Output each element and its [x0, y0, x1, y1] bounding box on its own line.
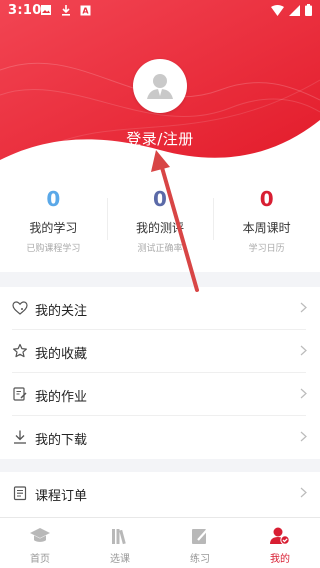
- tab-home[interactable]: 首页: [0, 518, 80, 568]
- image-icon: [41, 5, 51, 15]
- stat-subtitle: 已购课程学习: [26, 244, 81, 254]
- tab-courses[interactable]: 选课: [80, 518, 160, 568]
- tab-label: 练习: [190, 554, 210, 565]
- a-badge-icon: A: [80, 5, 91, 15]
- download-icon: [14, 430, 26, 444]
- tab-label: 我的: [270, 554, 290, 565]
- menu-item-label: 我的收藏: [35, 347, 88, 362]
- heart-outline-icon: [12, 301, 28, 315]
- stat-my-assessment[interactable]: 0 我的测评 测试正确率: [106, 182, 214, 262]
- chevron-right-icon: [300, 302, 307, 313]
- stat-title: 我的测评: [136, 221, 185, 235]
- menu-item-course-orders[interactable]: 课程订单: [0, 472, 320, 515]
- bottom-tab-bar: 首页 选课 练习 我的: [0, 517, 320, 568]
- avatar[interactable]: [133, 59, 187, 113]
- menu-item-label: 我的关注: [35, 304, 88, 319]
- section-gap: [0, 459, 320, 472]
- menu-item-downloads[interactable]: 我的下载: [0, 416, 320, 459]
- menu-item-following[interactable]: 我的关注: [0, 287, 320, 330]
- chevron-right-icon: [300, 345, 307, 356]
- books-icon: [112, 529, 126, 545]
- battery-icon: [305, 4, 312, 16]
- chevron-right-icon: [300, 431, 307, 442]
- divider: [213, 198, 215, 240]
- tab-practice[interactable]: 练习: [160, 518, 240, 568]
- download-icon: [62, 5, 70, 16]
- stats-panel: 0 我的学习 已购课程学习 0 我的测评 测试正确率 0 本周课时 学习日历: [0, 182, 320, 262]
- stat-value: 0: [46, 187, 61, 211]
- stat-subtitle: 测试正确率: [137, 244, 183, 254]
- menu-item-label: 我的下载: [35, 433, 88, 448]
- tab-label: 选课: [110, 554, 130, 565]
- menu-list: 我的关注 我的收藏 我的作业 我的下载: [0, 287, 320, 459]
- menu-item-homework[interactable]: 我的作业: [0, 373, 320, 416]
- svg-text:A: A: [82, 6, 89, 15]
- menu-item-favorites[interactable]: 我的收藏: [0, 330, 320, 373]
- menu-list-orders: 课程订单: [0, 472, 320, 515]
- stat-subtitle: 学习日历: [248, 244, 285, 254]
- divider: [106, 198, 108, 240]
- login-register-link[interactable]: 登录/注册: [0, 128, 320, 149]
- section-gap: [0, 272, 320, 287]
- stat-value: 0: [153, 187, 167, 211]
- stat-title: 我的学习: [29, 221, 78, 235]
- graduation-cap-icon: [30, 528, 50, 542]
- stat-my-study[interactable]: 0 我的学习 已购课程学习: [0, 182, 107, 262]
- wifi-icon: [271, 4, 284, 16]
- chevron-right-icon: [300, 487, 307, 498]
- menu-item-label: 课程订单: [35, 489, 88, 504]
- stat-value: 0: [259, 187, 274, 211]
- chevron-right-icon: [300, 388, 307, 399]
- status-time: 3:10: [8, 3, 42, 18]
- tab-label: 首页: [30, 554, 50, 565]
- status-bar: 3:10 A: [0, 0, 320, 24]
- stat-weekly-lessons[interactable]: 0 本周课时 学习日历: [213, 182, 320, 262]
- order-list-icon: [13, 486, 27, 501]
- signal-icon: [289, 4, 300, 16]
- user-check-icon: [270, 527, 290, 545]
- profile-header: 3:10 A 登录/注册: [0, 0, 320, 175]
- user-avatar-icon: [141, 67, 179, 105]
- homework-icon: [13, 387, 27, 401]
- tab-mine[interactable]: 我的: [240, 518, 320, 568]
- stat-title: 本周课时: [242, 221, 291, 235]
- star-outline-icon: [13, 343, 27, 358]
- menu-item-label: 我的作业: [35, 390, 88, 405]
- pencil-note-icon: [192, 529, 208, 544]
